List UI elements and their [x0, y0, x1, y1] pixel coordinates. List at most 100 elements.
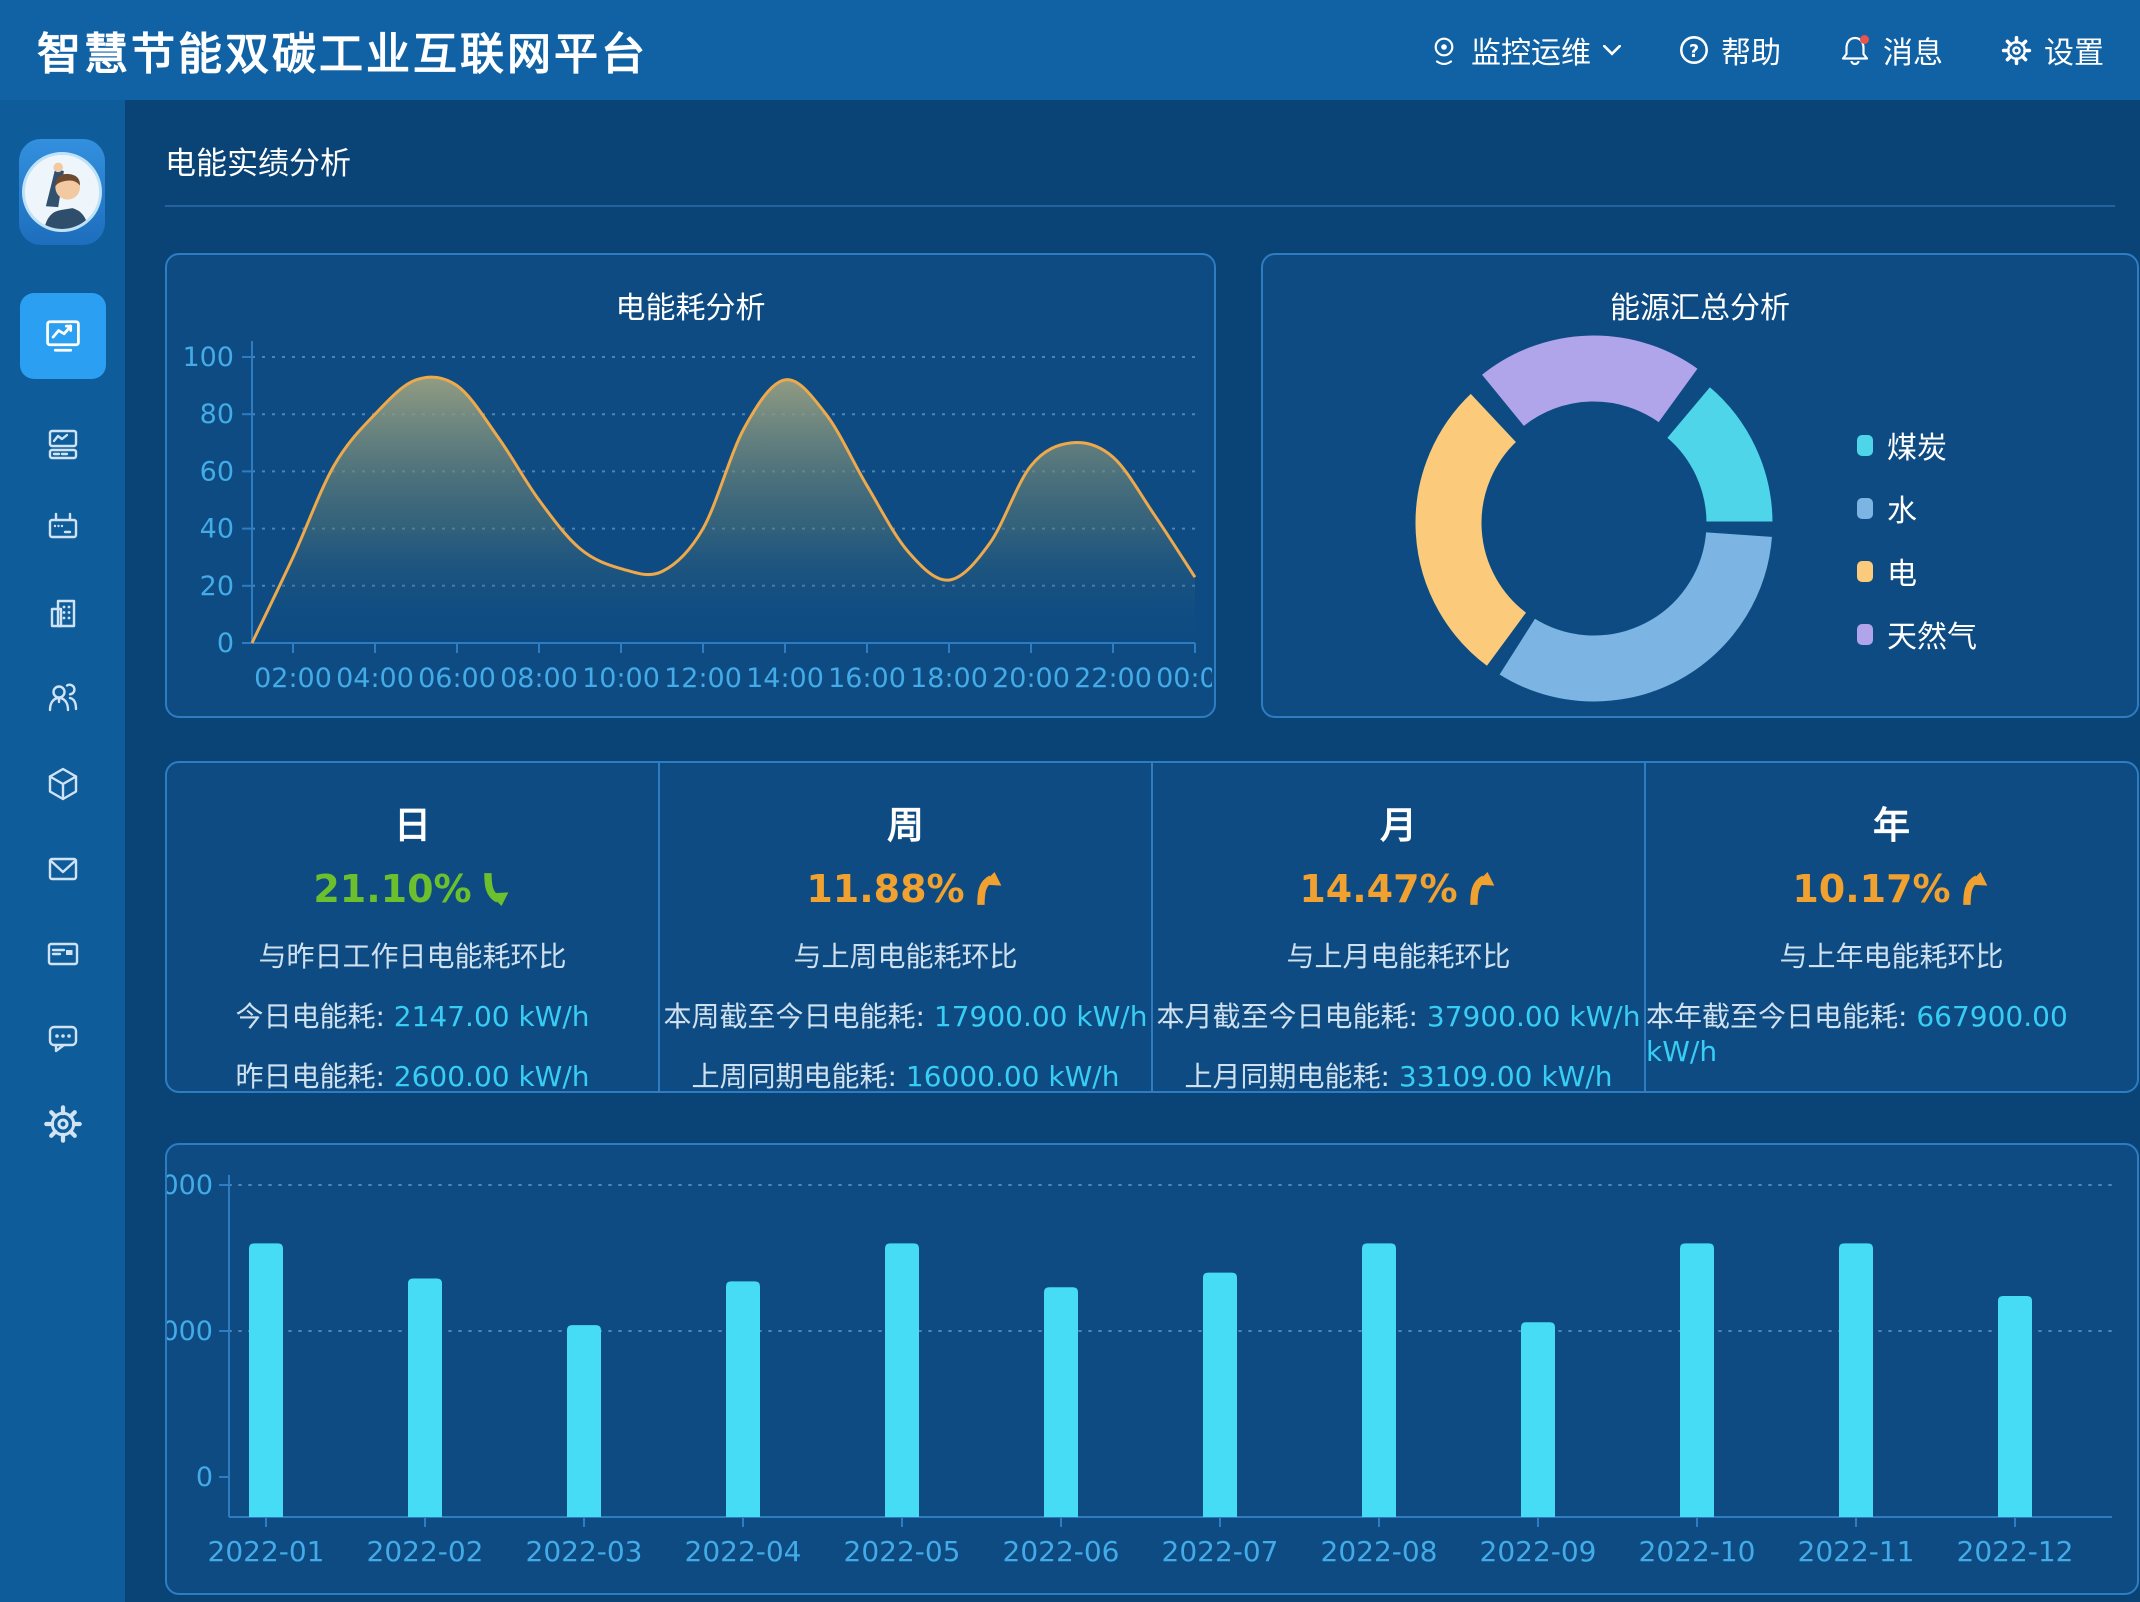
svg-text:2022-07: 2022-07	[1162, 1535, 1279, 1568]
period-label: 周	[887, 795, 924, 849]
avatar	[22, 152, 102, 232]
donut-chart-title: 能源汇总分析	[1263, 255, 2137, 323]
sidebar-item-user-group[interactable]	[43, 679, 83, 719]
user-avatar[interactable]	[19, 139, 105, 245]
svg-text:2022-02: 2022-02	[367, 1535, 484, 1568]
sidebar-item-billing-card[interactable]	[43, 934, 83, 974]
menu-item-monitor-ops[interactable]: 监控运维	[1429, 28, 1621, 72]
bar-2022-01	[249, 1243, 283, 1517]
bar-2022-03	[567, 1325, 601, 1517]
stat-card-week: 周 11.88% 与上周电能耗环比 本周截至今日电能耗: 17900.00 kW…	[660, 763, 1153, 1091]
users-icon	[43, 679, 83, 719]
router-device-icon	[43, 509, 83, 549]
svg-text:80: 80	[200, 399, 234, 430]
svg-text:16:00: 16:00	[828, 663, 906, 694]
stat-row: 本周截至今日电能耗: 17900.00 kW/h	[664, 995, 1148, 1035]
bar-2022-09	[1521, 1322, 1555, 1517]
legend-item[interactable]: 煤炭	[1857, 423, 1977, 467]
sidebar-nav	[0, 293, 125, 1144]
stat-card-month: 月 14.47% 与上月电能耗环比 本月截至今日电能耗: 37900.00 kW…	[1153, 763, 1646, 1091]
svg-text:04:00: 04:00	[336, 663, 414, 694]
stat-value: 2147.00 kW/h	[394, 1000, 590, 1033]
svg-text:22:00: 22:00	[1074, 663, 1152, 694]
legend-item[interactable]: 电	[1857, 549, 1977, 593]
svg-text:2022-05: 2022-05	[844, 1535, 961, 1568]
legend-item[interactable]: 水	[1857, 486, 1977, 530]
sidebar-item-settings-gear[interactable]	[43, 1104, 83, 1144]
svg-text:0: 0	[217, 628, 234, 659]
stat-row: 昨日电能耗: 2600.00 kW/h	[235, 1055, 589, 1093]
comparison-desc: 与上月电能耗环比	[1286, 935, 1510, 975]
header-menu: 监控运维 ? 帮助 消息	[1429, 28, 2104, 72]
svg-text:06:00: 06:00	[418, 663, 496, 694]
sidebar-item-gateway-device[interactable]	[43, 509, 83, 549]
svg-text:2022-08: 2022-08	[1321, 1535, 1438, 1568]
line-chart-title: 电能耗分析	[167, 255, 1214, 323]
menu-item-help[interactable]: ? 帮助	[1679, 28, 1781, 72]
building-icon	[43, 594, 83, 634]
svg-text:100: 100	[182, 342, 234, 373]
svg-text:20: 20	[200, 571, 234, 602]
menu-item-messages[interactable]: 消息	[1839, 28, 1943, 72]
svg-text:2022-03: 2022-03	[526, 1535, 643, 1568]
legend-marker	[1857, 498, 1873, 519]
percent-value: 10.17%	[1792, 867, 1950, 911]
menu-item-settings[interactable]: 设置	[2001, 28, 2104, 72]
notification-badge	[1860, 35, 1869, 44]
trend-arrow-icon	[975, 872, 1005, 906]
donut-slice-煤炭	[1665, 385, 1774, 523]
sidebar-item-dashboard-panels[interactable]	[43, 424, 83, 464]
credit-card-icon	[43, 934, 83, 974]
bar-2022-02	[408, 1278, 442, 1517]
cube-icon	[43, 764, 83, 804]
svg-text:10:00: 10:00	[582, 663, 660, 694]
percent-value: 11.88%	[806, 867, 964, 911]
period-label: 年	[1873, 795, 1910, 849]
main-content: 电能实绩分析 电能耗分析 02040608010002:0004:0006:00…	[165, 138, 2139, 1595]
percent-row: 14.47%	[1299, 867, 1497, 911]
stat-card-year: 年 10.17% 与上年电能耗环比 本年截至今日电能耗: 667900.00 k…	[1646, 763, 2137, 1091]
page-title: 电能实绩分析	[165, 138, 2139, 183]
energy-summary-donut-chart	[1263, 323, 2135, 716]
sidebar-item-message-chat[interactable]	[43, 1019, 83, 1059]
percent-value: 14.47%	[1299, 867, 1457, 911]
svg-text:50000: 50000	[167, 1316, 213, 1347]
stat-row: 今日电能耗: 2147.00 kW/h	[235, 995, 589, 1035]
menu-item-label: 设置	[2044, 28, 2104, 72]
app-title: 智慧节能双碳工业互联网平台	[37, 18, 648, 82]
mail-icon	[43, 849, 83, 889]
line-chart-monitor-icon	[41, 314, 85, 358]
percent-row: 10.17%	[1792, 867, 1990, 911]
period-label: 月	[1380, 795, 1417, 849]
comparison-desc: 与上周电能耗环比	[793, 935, 1017, 975]
menu-item-label: 帮助	[1721, 28, 1781, 72]
stat-card-day: 日 21.10% 与昨日工作日电能耗环比 今日电能耗: 2147.00 kW/h…	[167, 763, 660, 1091]
legend-label: 天然气	[1887, 612, 1977, 656]
help-icon: ?	[1679, 35, 1709, 65]
legend-marker	[1857, 624, 1873, 645]
svg-text:2022-04: 2022-04	[685, 1535, 802, 1568]
energy-summary-donut-panel: 能源汇总分析 煤炭水电天然气	[1261, 253, 2139, 718]
donut-slice-天然气	[1480, 334, 1700, 428]
svg-text:20:00: 20:00	[992, 663, 1070, 694]
legend-label: 煤炭	[1887, 423, 1947, 467]
legend-item[interactable]: 天然气	[1857, 612, 1977, 656]
trend-arrow-icon	[482, 872, 512, 906]
bar-2022-05	[885, 1243, 919, 1517]
stat-card-group: 日 21.10% 与昨日工作日电能耗环比 今日电能耗: 2147.00 kW/h…	[165, 761, 2139, 1093]
svg-text:12:00: 12:00	[664, 663, 742, 694]
energy-consumption-line-panel: 电能耗分析 02040608010002:0004:0006:0008:0010…	[165, 253, 1216, 718]
svg-text:00:00: 00:00	[1156, 663, 1212, 694]
stat-row: 上年同期电能耗: 606230.00 kW/h	[1669, 1088, 2115, 1093]
sidebar-item-mail[interactable]	[43, 849, 83, 889]
sidebar-item-asset-cube[interactable]	[43, 764, 83, 804]
monthly-energy-bar-chart: 0500001000002022-012022-022022-032022-04…	[167, 1145, 2135, 1591]
legend-label: 电	[1887, 549, 1917, 593]
svg-text:2022-11: 2022-11	[1798, 1535, 1915, 1568]
sidebar-item-enterprise-building[interactable]	[43, 594, 83, 634]
svg-text:2022-01: 2022-01	[208, 1535, 325, 1568]
sidebar-item-analysis-monitor[interactable]	[20, 293, 106, 379]
svg-text:40: 40	[200, 514, 234, 545]
stat-row: 本月截至今日电能耗: 37900.00 kW/h	[1157, 995, 1641, 1035]
sidebar	[0, 100, 125, 1602]
